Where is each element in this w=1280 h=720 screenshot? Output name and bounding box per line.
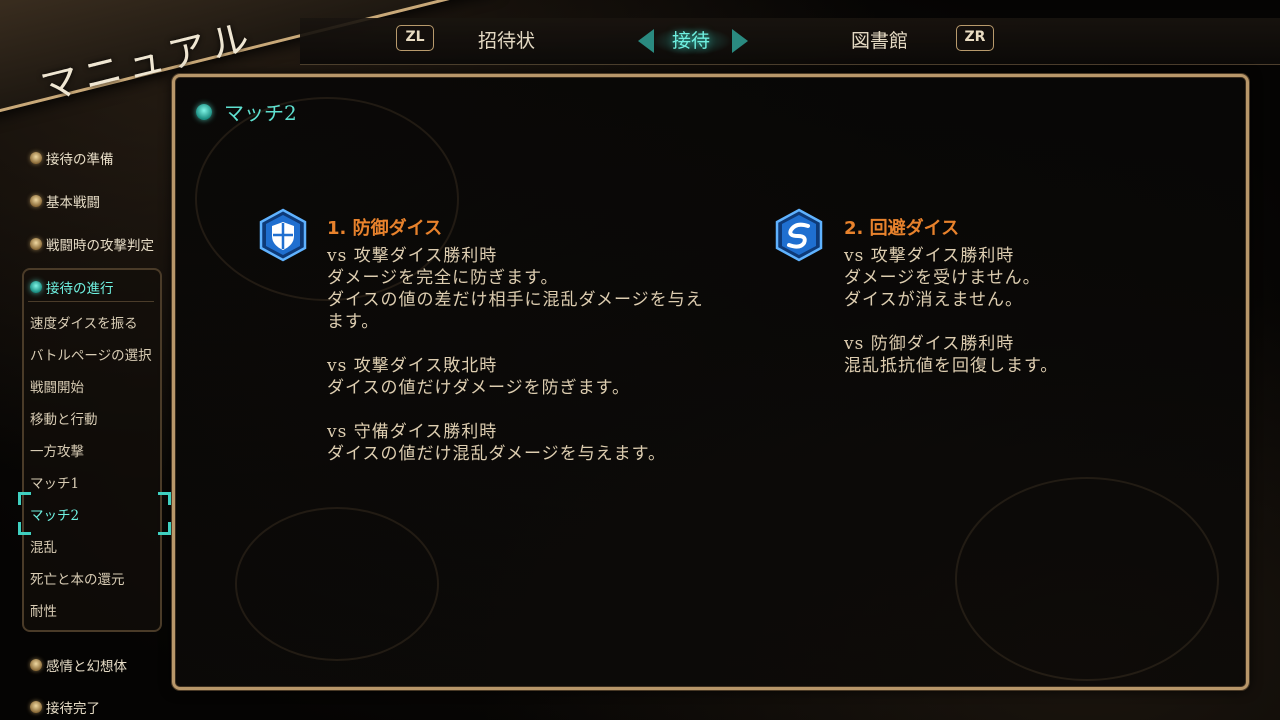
tab-bar [300, 18, 1280, 65]
sidebar-item-label: 接待の進行 [46, 281, 114, 297]
sidebar-item-basic-combat[interactable]: 基本戦闘 [30, 191, 100, 211]
dice-body-evade: vs 攻撃ダイス勝利時 ダメージを受けません。 ダイスが消えません。 vs 防御… [844, 246, 1059, 376]
leaf-bullet-icon [30, 659, 42, 671]
shield-icon [259, 208, 307, 262]
sidebar-subitem[interactable]: マッチ1 [30, 472, 79, 492]
leaf-bullet-icon [30, 152, 42, 164]
sidebar-item-progress[interactable]: 接待の進行 [30, 277, 114, 297]
sidebar-subitem[interactable]: 混乱 [30, 536, 57, 556]
dice-title-evade: 2. 回避ダイス [844, 218, 960, 239]
sidebar-subitem[interactable]: 戦闘開始 [30, 376, 84, 396]
tab-invitation[interactable]: 招待状 [478, 28, 535, 54]
tab-arrow-left-icon [638, 29, 654, 53]
sidebar-item-emotion[interactable]: 感情と幻想体 [30, 655, 127, 675]
panel-ornament [235, 507, 439, 661]
sidebar-item-complete[interactable]: 接待完了 [30, 697, 100, 717]
tab-library[interactable]: 図書館 [851, 28, 908, 54]
leaf-bullet-icon [30, 701, 42, 713]
sidebar-item-label: 感情と幻想体 [46, 659, 127, 675]
sidebar-subitem[interactable]: 耐性 [30, 600, 57, 620]
sidebar-item-label: 戦闘時の攻撃判定 [46, 238, 154, 254]
dice-body-defense: vs 攻撃ダイス勝利時 ダメージを完全に防ぎます。 ダイスの値の差だけ相手に混乱… [327, 246, 704, 464]
sidebar-subitem[interactable]: 移動と行動 [30, 408, 98, 428]
leaf-bullet-icon [30, 281, 42, 293]
zr-button[interactable]: ZR [956, 25, 994, 51]
sidebar-subitem[interactable]: バトルページの選択 [30, 344, 152, 364]
sidebar-item-label: 接待完了 [46, 701, 100, 717]
selection-bracket-icon [158, 492, 171, 505]
dice-title-defense: 1. 防御ダイス [327, 218, 443, 239]
tab-arrow-right-icon [732, 29, 748, 53]
sidebar-divider [28, 301, 154, 302]
zl-button[interactable]: ZL [396, 25, 434, 51]
sidebar-subitem[interactable]: 速度ダイスを振る [30, 312, 138, 332]
section-title: マッチ2 [224, 101, 297, 125]
leaf-bullet-icon [30, 195, 42, 207]
sidebar-item-preparation[interactable]: 接待の準備 [30, 148, 114, 168]
tab-reception[interactable]: 接待 [672, 28, 710, 54]
selection-bracket-icon [158, 522, 171, 535]
selection-bracket-icon [18, 522, 31, 535]
sidebar-subitem[interactable]: 一方攻撃 [30, 440, 84, 460]
leaf-bullet-icon [196, 103, 212, 120]
evade-icon [775, 208, 823, 262]
sidebar-item-label: 基本戦闘 [46, 195, 100, 211]
sidebar-item-label: 接待の準備 [46, 152, 114, 168]
section-heading: マッチ2 [196, 97, 297, 126]
sidebar-item-attack-judgment[interactable]: 戦闘時の攻撃判定 [30, 234, 154, 254]
leaf-bullet-icon [30, 238, 42, 250]
panel-ornament [955, 477, 1219, 681]
selection-bracket-icon [18, 492, 31, 505]
sidebar-subitem-selected[interactable]: マッチ2 [30, 504, 79, 524]
sidebar-subitem[interactable]: 死亡と本の還元 [30, 568, 125, 588]
